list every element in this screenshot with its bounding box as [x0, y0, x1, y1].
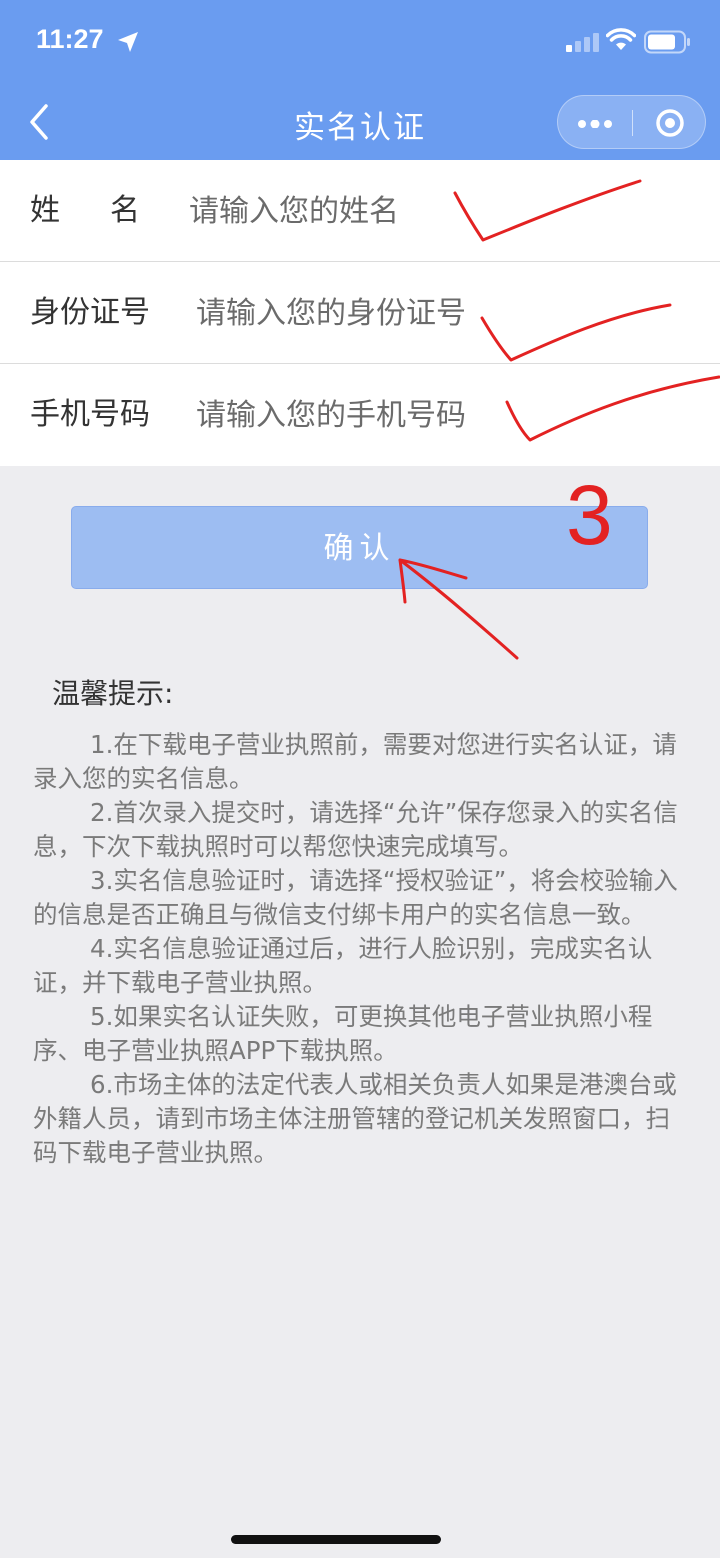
wifi-icon — [606, 28, 636, 50]
tip-item: 2.首次录入提交时，请选择“允许”保存您录入的实名信息，下次下载执照时可以帮您快… — [33, 798, 678, 861]
tip-item: 4.实名信息验证通过后，进行人脸识别，完成实名认证，并下载电子营业执照。 — [33, 934, 653, 997]
name-input[interactable] — [189, 188, 669, 234]
tips-title: 温馨提示: — [52, 677, 174, 710]
home-indicator — [231, 1535, 441, 1544]
confirm-button[interactable]: 确认 — [71, 506, 648, 589]
battery-icon — [644, 30, 690, 54]
name-label: 姓名 — [30, 193, 190, 228]
phone-row: 手机号码 — [0, 364, 720, 466]
tip-item: 5.如果实名认证失败，可更换其他电子营业执照小程序、电子营业执照APP下载执照。 — [33, 1002, 653, 1065]
more-button[interactable] — [558, 96, 632, 150]
close-mini-program-button[interactable] — [633, 96, 707, 150]
cellular-signal-icon — [566, 33, 599, 52]
id-number-input[interactable] — [196, 290, 676, 336]
id-number-row: 身份证号 — [0, 262, 720, 364]
tip-item: 3.实名信息验证时，请选择“授权验证”，将会校验输入的信息是否正确且与微信支付绑… — [33, 866, 678, 929]
more-dots-icon — [578, 120, 612, 128]
tip-item: 6.市场主体的法定代表人或相关负责人如果是港澳台或外籍人员，请到市场主体注册管辖… — [33, 1070, 677, 1167]
phone-label: 手机号码 — [30, 397, 150, 432]
tip-item: 1.在下载电子营业执照前，需要对您进行实名认证，请录入您的实名信息。 — [33, 730, 677, 793]
nav-header: 11:27 实名认证 — [0, 0, 720, 160]
auth-form: 姓名 身份证号 手机号码 — [0, 160, 720, 466]
id-number-label: 身份证号 — [30, 295, 150, 330]
mini-program-capsule — [557, 95, 706, 149]
name-row: 姓名 — [0, 160, 720, 262]
location-arrow-icon — [118, 32, 138, 52]
target-circle-icon — [656, 109, 684, 137]
phone-input[interactable] — [196, 392, 676, 438]
tips-list: 1.在下载电子营业执照前，需要对您进行实名认证，请录入您的实名信息。 2.首次录… — [33, 728, 683, 1170]
status-time: 11:27 — [36, 24, 104, 54]
